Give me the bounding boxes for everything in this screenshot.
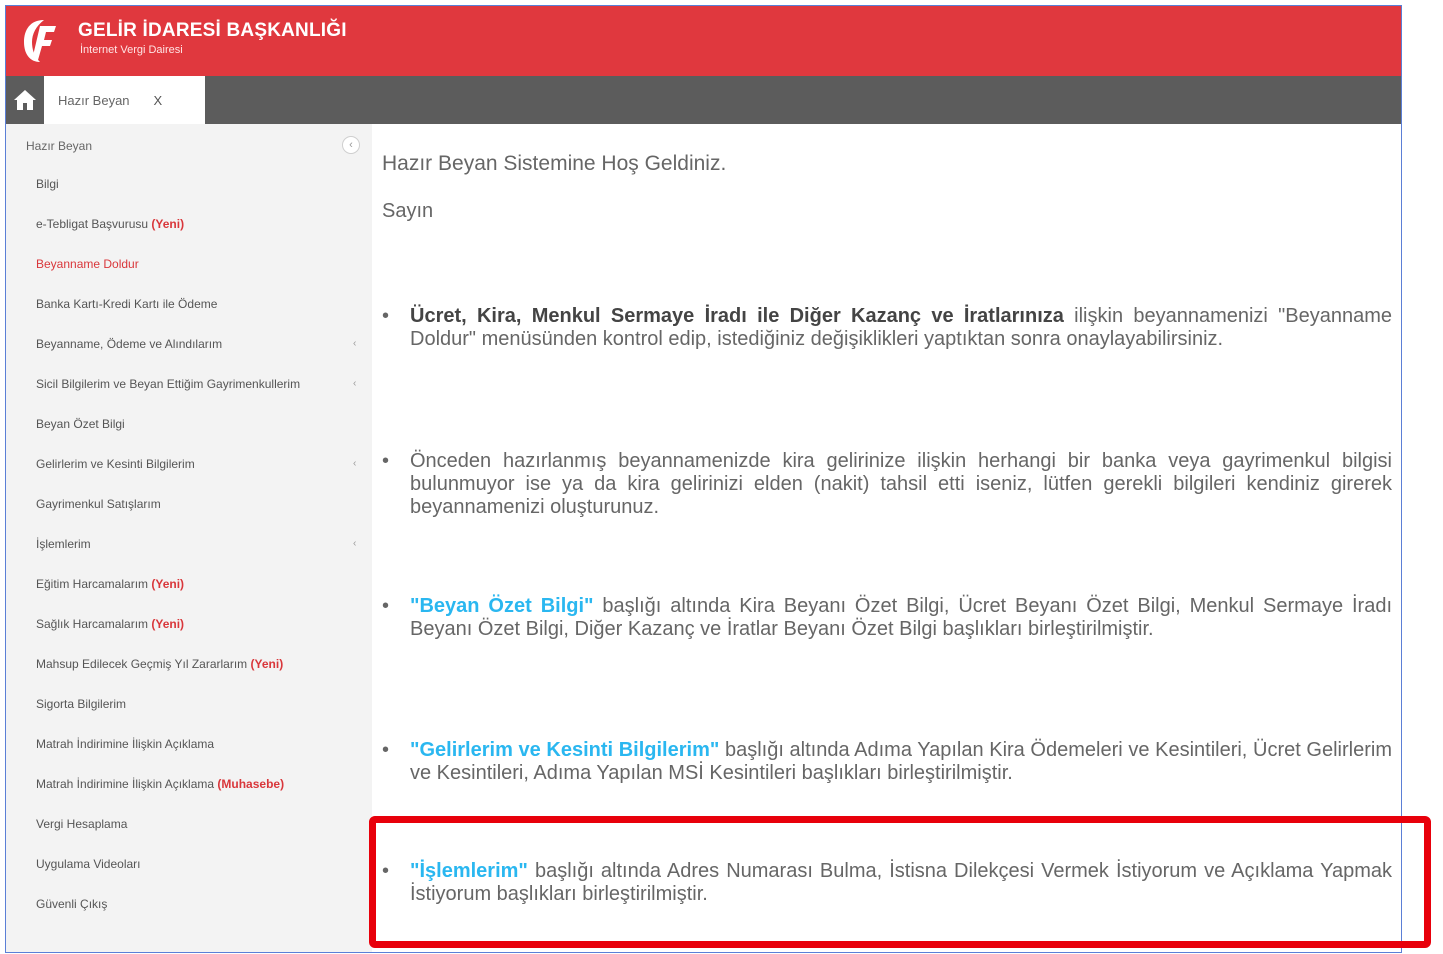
sidebar-item-label: Beyanname, Ödeme ve Alındılarım <box>36 337 223 351</box>
chevron-icon: ‹ <box>353 338 357 349</box>
sidebar-item-label: Beyanname Doldur <box>36 257 139 271</box>
sidebar-item-label: Gayrimenkul Satışlarım <box>36 497 161 511</box>
new-badge: (Yeni) <box>151 617 185 631</box>
sidebar-item-label: Eğitim Harcamalarım <box>36 577 152 591</box>
sidebar-item-label: Bilgi <box>36 177 59 191</box>
sidebar-item[interactable]: Beyan Özet Bilgi <box>6 404 372 444</box>
org-subtitle: İnternet Vergi Dairesi <box>80 44 183 56</box>
sidebar-item[interactable]: Eğitim Harcamalarım (Yeni) <box>6 564 372 604</box>
new-badge: (Muhasebe) <box>217 777 285 791</box>
new-badge: (Yeni) <box>151 217 185 231</box>
sidebar-header: Hazır Beyan ‹ <box>6 124 372 164</box>
sidebar-item-label: Mahsup Edilecek Geçmiş Yıl Zararlarım <box>36 657 251 671</box>
sidebar-item-label: Beyan Özet Bilgi <box>36 417 125 431</box>
sidebar-item[interactable]: Sağlık Harcamalarım (Yeni) <box>6 604 372 644</box>
org-title: GELİR İDARESİ BAŞKANLIĞI <box>78 20 347 41</box>
sidebar-item-label: Sicil Bilgilerim ve Beyan Ettiğim Gayrim… <box>36 377 301 391</box>
paragraph-text: Önceden hazırlanmış beyannamenizde kira … <box>410 450 1392 518</box>
sidebar-item[interactable]: Bilgi <box>6 164 372 204</box>
gelirlerim-kesinti-link[interactable]: "Gelirlerim ve Kesinti Bilgilerim" <box>410 739 719 761</box>
sidebar-item[interactable]: Beyanname Doldur <box>6 244 372 284</box>
home-button[interactable] <box>6 76 44 124</box>
sidebar-item[interactable]: Gelirlerim ve Kesinti Bilgilerim ‹ <box>6 444 372 484</box>
sidebar-item-label: Sigorta Bilgilerim <box>36 697 127 711</box>
app-window: GELİR İDARESİ BAŞKANLIĞI İnternet Vergi … <box>5 5 1402 953</box>
tab-label: Hazır Beyan <box>58 92 130 108</box>
tab-bar: Hazır Beyan X <box>6 76 1401 124</box>
sidebar-item-label: Güvenli Çıkış <box>36 897 108 911</box>
sidebar-item[interactable]: Beyanname, Ödeme ve Alındılarım ‹ <box>6 324 372 364</box>
chevron-icon: ‹ <box>353 458 357 469</box>
sidebar-header-label: Hazır Beyan <box>26 139 93 153</box>
sidebar-collapse-button[interactable]: ‹ <box>342 136 360 154</box>
sidebar-item[interactable]: Matrah İndirimine İlişkin Açıklama <box>6 724 372 764</box>
sidebar-item-label: Matrah İndirimine İlişkin Açıklama <box>36 777 218 791</box>
sidebar-item[interactable]: Uygulama Videoları <box>6 844 372 884</box>
salutation-text: Sayın <box>382 200 434 222</box>
tab-close-button[interactable]: X <box>154 93 163 108</box>
sidebar-item[interactable]: Banka Kartı-Kredi Kartı ile Ödeme <box>6 284 372 324</box>
home-icon <box>14 90 36 110</box>
new-badge: (Yeni) <box>151 577 185 591</box>
sidebar-item[interactable]: Güvenli Çıkış <box>6 884 372 924</box>
sidebar-menu: Bilgi e-Tebligat Başvurusu (Yeni) Beyannam… <box>6 164 372 924</box>
bullet: • <box>382 595 390 617</box>
sidebar-item-label: Sağlık Harcamalarım <box>36 617 152 631</box>
sidebar-item[interactable]: Mahsup Edilecek Geçmiş Yıl Zararlarım (Y… <box>6 644 372 684</box>
gib-logo-icon <box>24 20 56 62</box>
paragraph-strong: Ücret, Kira, Menkul Sermaye İradı ile Di… <box>410 305 1064 327</box>
sidebar-item[interactable]: Sigorta Bilgilerim <box>6 684 372 724</box>
sidebar-item-label: Matrah İndirimine İlişkin Açıklama <box>36 737 215 751</box>
chevron-icon: ‹ <box>353 378 357 389</box>
sidebar-item[interactable]: e-Tebligat Başvurusu (Yeni) <box>6 204 372 244</box>
sidebar-item-label: Gelirlerim ve Kesinti Bilgilerim <box>36 457 195 471</box>
tab-hazir-beyan[interactable]: Hazır Beyan X <box>44 76 205 124</box>
bullet: • <box>382 739 390 761</box>
bullet: • <box>382 305 390 327</box>
sidebar-item[interactable]: İşlemlerim ‹ <box>6 524 372 564</box>
beyan-ozet-bilgi-link[interactable]: "Beyan Özet Bilgi" <box>410 595 594 617</box>
sidebar-item-label: Vergi Hesaplama <box>36 817 128 831</box>
sidebar: Hazır Beyan ‹ Bilgi e-Tebligat Başvurusu … <box>6 124 372 952</box>
sidebar-item-label: e-Tebligat Başvurusu <box>36 217 152 231</box>
sidebar-item-label: Uygulama Videoları <box>36 857 141 871</box>
sidebar-item[interactable]: Matrah İndirimine İlişkin Açıklama (Muha… <box>6 764 372 804</box>
bullet: • <box>382 450 390 472</box>
highlight-box <box>369 816 1431 948</box>
header-bar: GELİR İDARESİ BAŞKANLIĞI İnternet Vergi … <box>6 6 1401 76</box>
sidebar-item-label: Banka Kartı-Kredi Kartı ile Ödeme <box>36 297 218 311</box>
new-badge: (Yeni) <box>250 657 284 671</box>
welcome-heading: Hazır Beyan Sistemine Hoş Geldiniz. <box>382 152 727 175</box>
sidebar-item[interactable]: Vergi Hesaplama <box>6 804 372 844</box>
sidebar-item[interactable]: Sicil Bilgilerim ve Beyan Ettiğim Gayrim… <box>6 364 372 404</box>
sidebar-item[interactable]: Gayrimenkul Satışlarım <box>6 484 372 524</box>
chevron-icon: ‹ <box>353 538 357 549</box>
sidebar-item-label: İşlemlerim <box>36 537 91 551</box>
